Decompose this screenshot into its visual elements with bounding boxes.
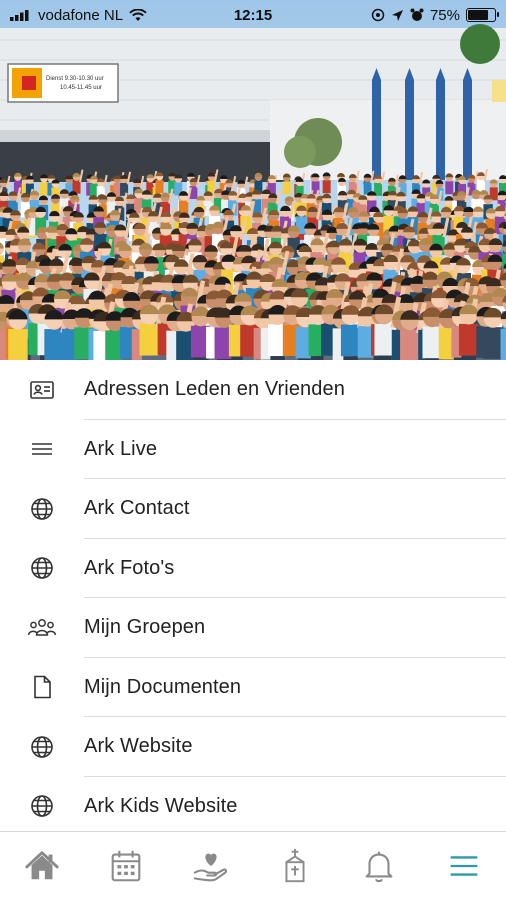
hand-heart-icon: [193, 853, 227, 882]
location-icon: [391, 9, 403, 21]
menu-icon: [450, 856, 478, 876]
bottom-tab-bar: [0, 831, 506, 900]
alarm-icon: [410, 8, 424, 21]
wifi-icon: [129, 8, 147, 21]
status-bar: vodafone NL 12:15 75%: [0, 0, 506, 30]
menu-item-label: Mijn Documenten: [84, 675, 242, 698]
crowd-photo-image: Dienst 9.30-10.30 uur 10.45-11.45 uur: [0, 0, 506, 360]
menu-item-adressen[interactable]: Adressen Leden en Vrienden: [0, 360, 506, 420]
tab-calendar[interactable]: [96, 836, 156, 896]
menu-item-ark-contact[interactable]: Ark Contact: [0, 479, 506, 539]
menu-item-label: Ark Foto's: [84, 556, 175, 579]
contact-card-icon: [0, 377, 84, 403]
menu-item-label: Mijn Groepen: [84, 616, 206, 639]
signal-icon: [10, 10, 29, 21]
menu-item-label: Adressen Leden en Vrienden: [84, 378, 345, 401]
tab-notifications[interactable]: [349, 836, 409, 896]
carrier-name: vodafone NL: [38, 6, 124, 24]
menu-item-label: Ark Contact: [84, 497, 190, 520]
home-icon: [25, 851, 59, 880]
globe-icon: [0, 496, 84, 522]
tab-menu[interactable]: [434, 836, 494, 896]
menu-item-mijn-groepen[interactable]: Mijn Groepen: [0, 598, 506, 658]
globe-icon: [0, 555, 84, 581]
hamburger-lines-icon: [0, 436, 84, 462]
tab-give[interactable]: [181, 836, 241, 896]
calendar-icon: [112, 850, 141, 882]
battery-level: [468, 10, 488, 20]
menu-item-mijn-documenten[interactable]: Mijn Documenten: [0, 658, 506, 718]
menu-item-label: Ark Live: [84, 437, 158, 460]
tab-home[interactable]: [12, 836, 72, 896]
globe-icon: [0, 734, 84, 760]
menu-list: Adressen Leden en Vrienden Ark Live Ark …: [0, 360, 506, 836]
clock: 12:15: [233, 6, 273, 24]
menu-item-label: Ark Kids Website: [84, 794, 238, 817]
menu-item-ark-fotos[interactable]: Ark Foto's: [0, 539, 506, 599]
menu-item-ark-kids-website[interactable]: Ark Kids Website: [0, 777, 506, 837]
hero-photo: Dienst 9.30-10.30 uur 10.45-11.45 uur: [0, 0, 506, 360]
location-lock-icon: [371, 8, 385, 22]
battery-percent: 75%: [429, 6, 460, 24]
menu-item-label: Ark Website: [84, 735, 193, 758]
battery-icon: [466, 8, 499, 22]
document-icon: [0, 674, 84, 700]
menu-item-ark-website[interactable]: Ark Website: [0, 717, 506, 777]
tab-church[interactable]: [265, 836, 325, 896]
group-icon: [0, 615, 84, 641]
menu-item-ark-live[interactable]: Ark Live: [0, 420, 506, 480]
church-icon: [285, 848, 305, 883]
globe-icon: [0, 793, 84, 819]
svg-text:10.45-11.45 uur: 10.45-11.45 uur: [60, 85, 102, 91]
svg-text:Dienst 9.30-10.30 uur: Dienst 9.30-10.30 uur: [46, 76, 104, 82]
bell-icon: [366, 851, 393, 883]
